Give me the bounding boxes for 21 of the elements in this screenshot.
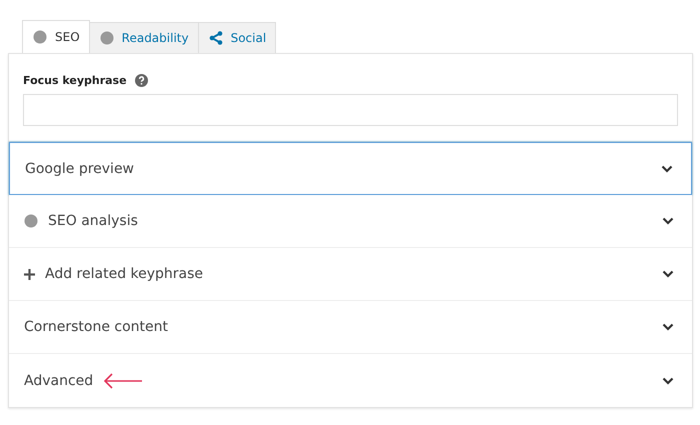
chevron-down-icon xyxy=(662,323,674,331)
field-label: Focus keyphrase xyxy=(23,74,127,87)
collapsible-section[interactable]: Google preview xyxy=(9,142,692,195)
help-icon[interactable] xyxy=(134,74,148,87)
tab[interactable]: SEO xyxy=(22,20,90,53)
share-icon xyxy=(208,31,223,45)
tab[interactable]: Readability xyxy=(88,22,199,53)
chevron-down-icon xyxy=(662,270,674,278)
chevron-down-icon xyxy=(662,217,674,225)
collapsible-section[interactable]: Cornerstone content xyxy=(9,301,692,354)
chevron-down-icon xyxy=(661,164,673,172)
chevron-down-icon xyxy=(662,376,674,384)
status-dot-icon xyxy=(33,30,47,44)
status-dot-icon xyxy=(100,31,114,45)
collapsible-section[interactable]: Advanced xyxy=(9,354,692,407)
plus-icon xyxy=(24,268,35,280)
collapsible-section[interactable]: SEO analysis xyxy=(9,195,692,248)
tab[interactable]: Social xyxy=(198,22,276,53)
keyphrase-input[interactable] xyxy=(23,94,678,126)
status-dot-icon xyxy=(24,214,38,228)
collapsible-section[interactable]: Add related keyphrase xyxy=(9,248,692,301)
